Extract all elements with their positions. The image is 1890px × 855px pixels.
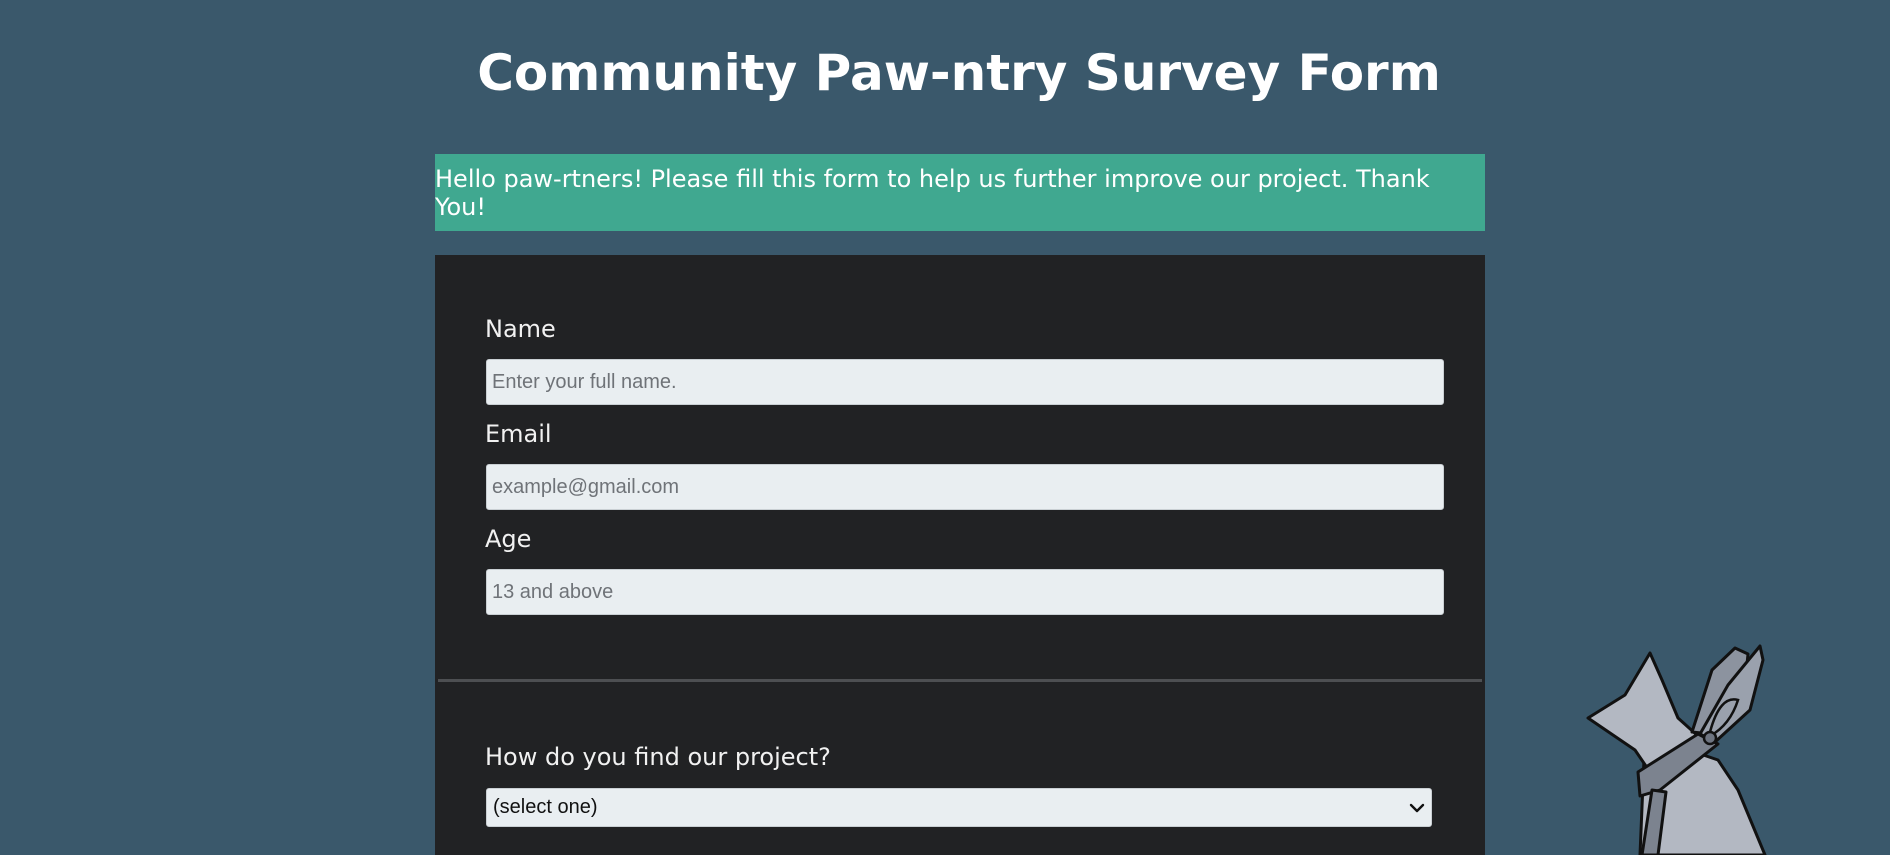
welcome-banner: Hello paw-rtners! Please fill this form … bbox=[435, 154, 1485, 231]
survey-page: Community Paw-ntry Survey Form Hello paw… bbox=[0, 0, 1890, 855]
page-title: Community Paw-ntry Survey Form bbox=[477, 44, 1441, 102]
email-input[interactable] bbox=[486, 464, 1444, 510]
project-opinion-select[interactable]: (select one) bbox=[486, 788, 1432, 827]
age-label: Age bbox=[485, 525, 532, 553]
chevron-down-icon bbox=[1409, 803, 1425, 812]
email-label: Email bbox=[485, 420, 552, 448]
cat-mascot-icon bbox=[1586, 644, 1767, 855]
age-input[interactable] bbox=[486, 569, 1444, 615]
survey-form: Name Email Age How do you find our proje… bbox=[435, 255, 1485, 855]
section-divider bbox=[438, 679, 1482, 682]
name-input[interactable] bbox=[486, 359, 1444, 405]
select-value: (select one) bbox=[493, 796, 598, 818]
name-label: Name bbox=[485, 315, 556, 343]
project-opinion-label: How do you find our project? bbox=[485, 743, 831, 771]
